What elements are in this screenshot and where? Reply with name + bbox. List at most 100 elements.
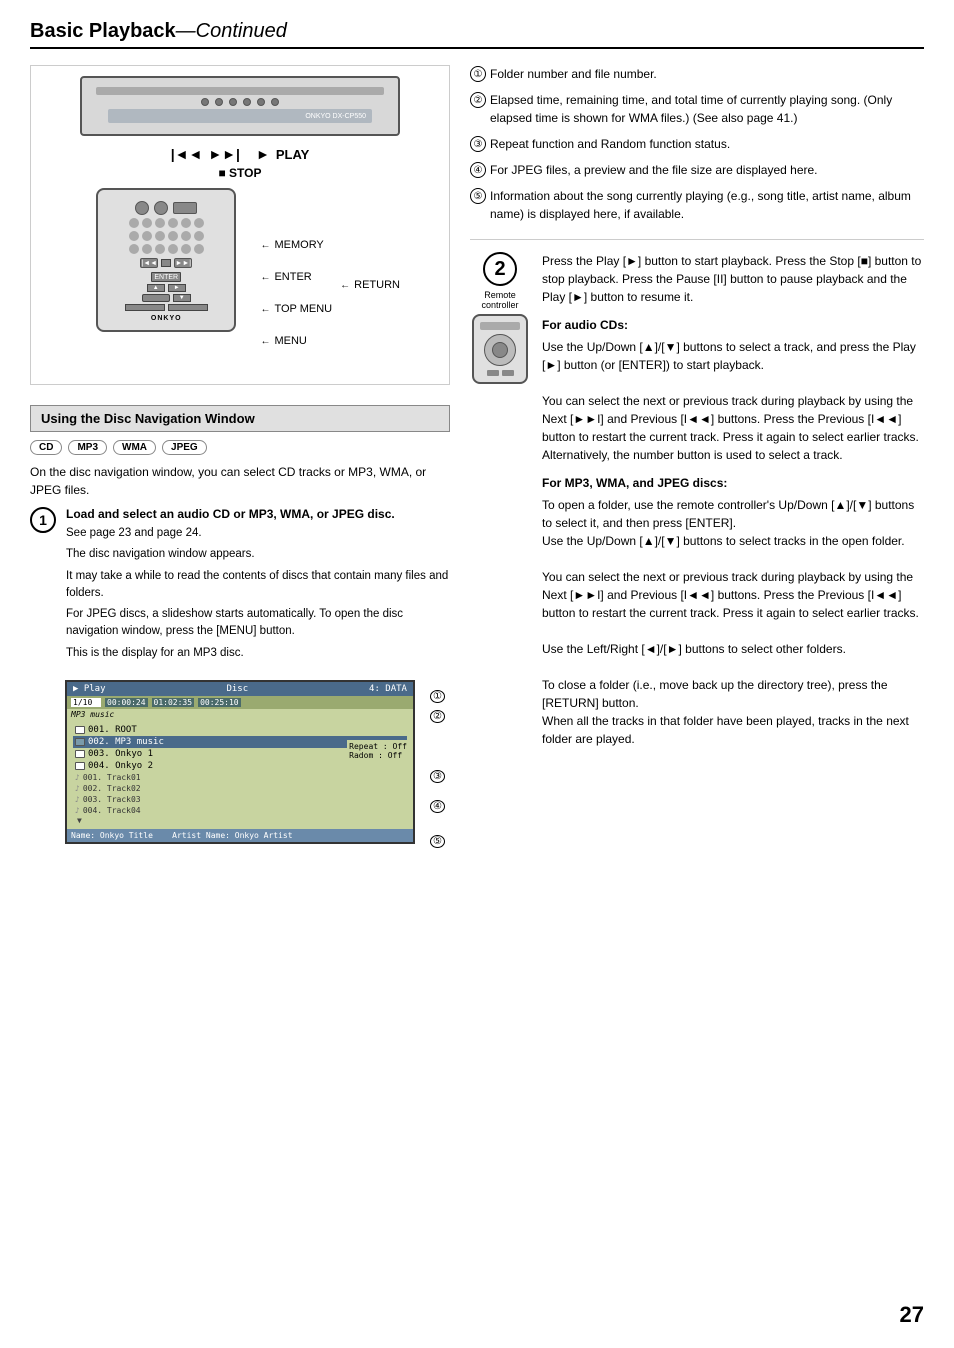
item-text-3: Repeat function and Random function stat… — [490, 135, 924, 153]
display-body: 001. ROOT 002. MP3 music 003. Onkyo 1 — [67, 720, 413, 829]
display-area: ▶ Play Disc 4: DATA 1/10 00:00:24 01:02:… — [55, 680, 425, 844]
display-bottom-bar: Name: Onkyo Title Artist Name: Onkyo Art… — [67, 829, 413, 842]
prev-btn: |◄◄ — [140, 258, 158, 268]
numbered-list: ① Folder number and file number. ② Elaps… — [470, 65, 924, 223]
prev-button-symbol: |◄◄ — [171, 146, 203, 162]
numbered-item-3: ③ Repeat function and Random function st… — [470, 135, 924, 153]
page-header: Basic Playback—Continued — [30, 20, 924, 49]
memory-label: MEMORY — [274, 239, 323, 251]
step2-main-text: Press the Play [►] button to start playb… — [542, 252, 924, 306]
callout-2: ② — [430, 710, 445, 722]
main-content: ONKYO DX-CP550 |◄◄ ►►| ► PLAY ■ STOP — [30, 65, 924, 854]
callout-3: ③ — [430, 770, 445, 782]
return-label: RETURN — [354, 279, 400, 291]
page-title: Basic Playback—Continued — [30, 20, 287, 42]
display-header: ▶ Play Disc 4: DATA — [67, 682, 413, 696]
play-arrow: ► — [256, 146, 270, 162]
nav-section-title: Using the Disc Navigation Window — [30, 405, 450, 432]
right-column: ① Folder number and file number. ② Elaps… — [470, 65, 924, 854]
step1-line3: For JPEG discs, a slideshow starts autom… — [66, 606, 450, 641]
remote-dot-1 — [135, 201, 149, 215]
step1-number: 1 — [30, 507, 56, 533]
item-text-2: Elapsed time, remaining time, and total … — [490, 91, 924, 127]
scroll-indicator: ▼ — [73, 816, 407, 825]
random-line: Radom : Off — [349, 751, 407, 760]
callout-num-2: ② — [470, 92, 486, 108]
stop-label: ■ STOP — [218, 166, 261, 180]
display-folder-root: 001. ROOT — [73, 724, 407, 736]
remote-controller-label: Remote controller — [470, 290, 530, 310]
item-text-4: For JPEG files, a preview and the file s… — [490, 161, 924, 179]
enter-label: ENTER — [274, 271, 311, 283]
step2-number: 2 — [483, 252, 517, 286]
format-mp3: MP3 — [68, 440, 107, 455]
device-top-box: ONKYO DX-CP550 — [80, 76, 400, 136]
step1-line0: See page 23 and page 24. — [66, 525, 450, 542]
menu-label-line: ← MENU — [260, 335, 332, 347]
audio-cd-text: Use the Up/Down [▲]/[▼] buttons to selec… — [542, 338, 924, 464]
memory-label-line: ← MEMORY — [260, 239, 332, 251]
top-menu-label: TOP MENU — [274, 303, 332, 315]
callout-4: ④ — [430, 800, 445, 812]
callout-num-4: ④ — [470, 162, 486, 178]
format-wma: WMA — [113, 440, 156, 455]
remote-btn-3 — [155, 218, 165, 228]
title-text: Basic Playback — [30, 20, 176, 42]
numbered-item-1: ① Folder number and file number. — [470, 65, 924, 83]
enter-label-line: ← ENTER — [260, 271, 332, 283]
step2-container: 2 Remote controller — [470, 239, 924, 748]
page-container: Basic Playback—Continued — [0, 0, 954, 1348]
callout-num-3: ③ — [470, 136, 486, 152]
display-track-2: ♪ 002. Track02 — [73, 783, 407, 794]
page-number: 27 — [900, 1302, 924, 1328]
device-model-text: ONKYO DX-CP550 — [305, 113, 366, 120]
remote-circle-nav — [484, 334, 516, 366]
step2-text-area: Press the Play [►] button to start playb… — [542, 252, 924, 748]
return-label-line: ← RETURN — [340, 279, 400, 291]
step1-line4: This is the display for an MP3 disc. — [66, 645, 450, 662]
step2-left: 2 Remote controller — [470, 252, 530, 748]
format-cd: CD — [30, 440, 62, 455]
remote-btn-6 — [194, 218, 204, 228]
display-track-4: ♪ 004. Track04 — [73, 805, 407, 816]
remote-btn-2 — [142, 218, 152, 228]
format-badges: CD MP3 WMA JPEG — [30, 440, 450, 455]
step1-container: 1 Load and select an audio CD or MP3, WM… — [30, 507, 450, 666]
step1-content: Load and select an audio CD or MP3, WMA,… — [66, 507, 450, 666]
callout-1: ① — [430, 690, 445, 702]
time-track: 00:00:24 — [105, 698, 148, 707]
play-label: PLAY — [276, 147, 309, 162]
format-jpeg: JPEG — [162, 440, 207, 455]
top-menu-label-line: ← TOP MENU — [260, 303, 332, 315]
audio-cd-heading: For audio CDs: — [542, 316, 924, 334]
step1-title: Load and select an audio CD or MP3, WMA,… — [66, 507, 450, 521]
item-text-5: Information about the song currently pla… — [490, 187, 924, 223]
track-fraction: 1/10 — [71, 698, 101, 707]
item-text-1: Folder number and file number. — [490, 65, 924, 83]
remote-btn-5 — [181, 218, 191, 228]
time-remaining: 01:02:35 — [152, 698, 195, 707]
mp3-text: To open a folder, use the remote control… — [542, 496, 924, 748]
remote-dot-2 — [154, 201, 168, 215]
callout-5: ⑤ — [430, 835, 445, 847]
remote-diagram: |◄◄ ►►| ENTER ▲ ► — [96, 188, 236, 332]
device-slot — [96, 87, 384, 95]
step1-line1: The disc navigation window appears. — [66, 546, 450, 563]
remote-btn-4 — [168, 218, 178, 228]
display-header-left: ▶ Play — [73, 684, 106, 694]
display-track-1: ♪ 001. Track01 — [73, 772, 407, 783]
nav-section: Using the Disc Navigation Window CD MP3 … — [30, 405, 450, 844]
display-mockup: ▶ Play Disc 4: DATA 1/10 00:00:24 01:02:… — [65, 680, 415, 844]
numbered-item-2: ② Elapsed time, remaining time, and tota… — [470, 91, 924, 127]
remote-small-diagram — [472, 314, 528, 384]
menu-label: MENU — [274, 335, 306, 347]
time-total: 00:25:10 — [198, 698, 241, 707]
subtitle-text: —Continued — [176, 20, 287, 42]
display-header-data: 4: DATA — [369, 684, 407, 694]
nav-desc: On the disc navigation window, you can s… — [30, 463, 450, 499]
repeat-line: Repeat : Off — [349, 742, 407, 751]
display-time-bar: 1/10 00:00:24 01:02:35 00:25:10 — [67, 696, 413, 709]
display-track-3: ♪ 003. Track03 — [73, 794, 407, 805]
next-button-symbol: ►►| — [208, 146, 240, 162]
display-header-disc: Disc — [226, 684, 248, 694]
